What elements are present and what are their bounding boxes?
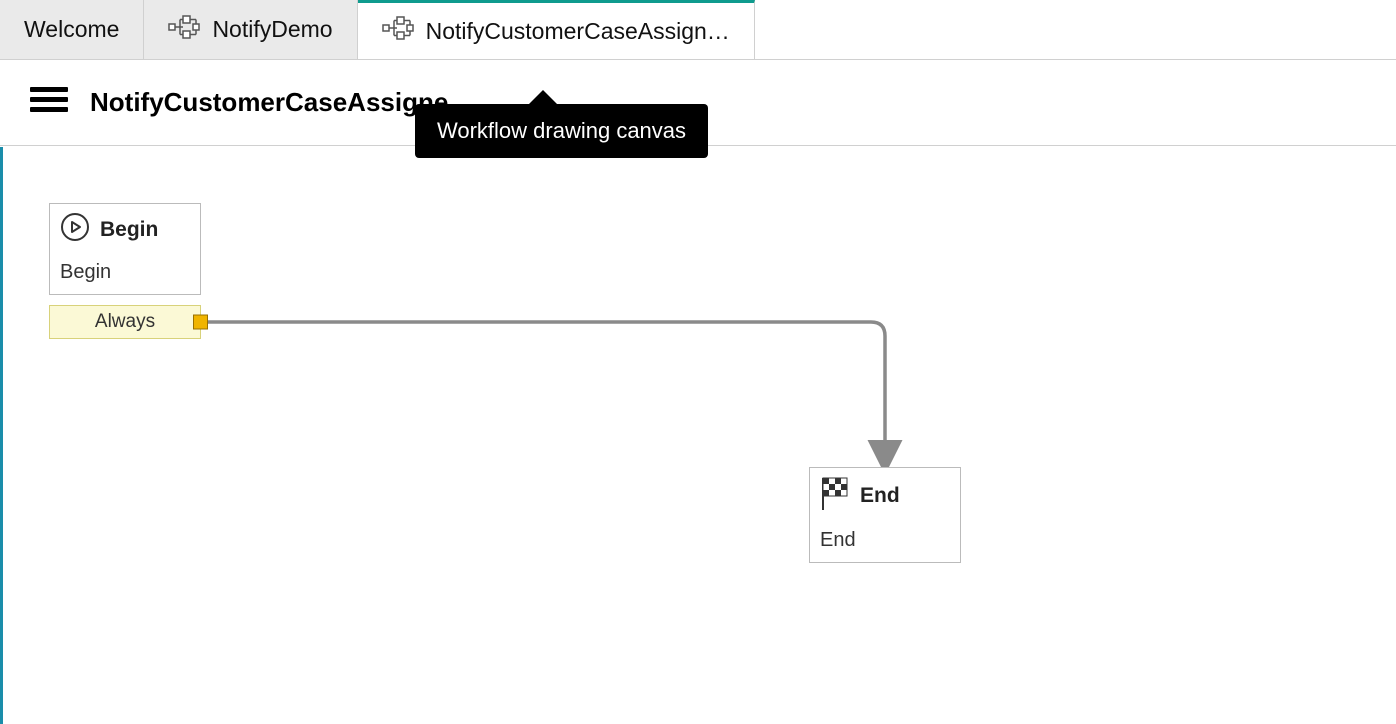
page-title: NotifyCustomerCaseAssigne (90, 87, 448, 118)
workflow-canvas[interactable]: Begin Begin Always (0, 147, 1396, 724)
node-header: End (810, 468, 960, 523)
tab-label: NotifyCustomerCaseAssign… (426, 18, 730, 45)
node-end[interactable]: End End (809, 467, 961, 563)
workflow-icon (168, 15, 200, 45)
branch-label: Always (95, 311, 155, 333)
tab-label: NotifyDemo (212, 16, 332, 43)
output-port[interactable] (193, 315, 208, 330)
tab-bar: Welcome NotifyDemo (0, 0, 1396, 60)
play-icon (60, 212, 90, 247)
tooltip: Workflow drawing canvas (415, 104, 708, 158)
hamburger-menu[interactable] (30, 85, 68, 120)
tab-label: Welcome (24, 16, 119, 43)
tab-notifycustomercaseassign[interactable]: NotifyCustomerCaseAssign… (358, 0, 755, 59)
branch-always[interactable]: Always (49, 305, 201, 339)
tab-notifydemo[interactable]: NotifyDemo (144, 0, 357, 59)
node-begin[interactable]: Begin Begin (49, 203, 201, 295)
node-subtitle: End (810, 523, 960, 562)
node-title: End (860, 484, 900, 508)
tab-welcome[interactable]: Welcome (0, 0, 144, 59)
node-title: Begin (100, 218, 158, 242)
node-subtitle: Begin (50, 255, 200, 294)
node-header: Begin (50, 204, 200, 255)
tooltip-text: Workflow drawing canvas (437, 118, 686, 143)
workflow-icon (382, 16, 414, 46)
checkered-flag-icon (820, 476, 850, 515)
connector-line (3, 147, 1396, 724)
